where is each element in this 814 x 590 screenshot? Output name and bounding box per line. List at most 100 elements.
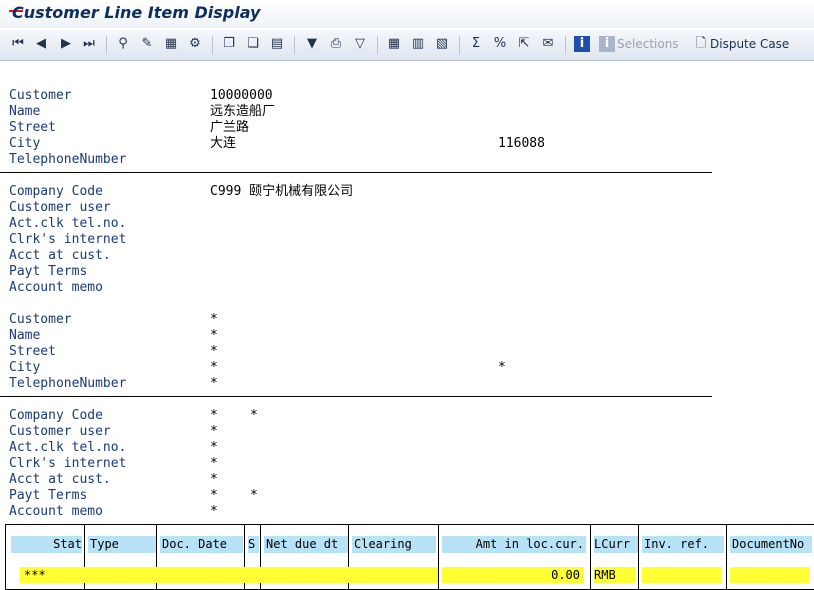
company-code-label: Company Code xyxy=(9,184,103,199)
column-header-local-currency[interactable]: LCurr xyxy=(594,536,638,553)
filter-icon[interactable]: ▼ xyxy=(304,36,320,52)
toolbar-separator xyxy=(565,36,566,54)
save-layout-icon[interactable]: ▧ xyxy=(434,36,450,52)
company-code-value: * xyxy=(210,408,218,423)
document-change-icon[interactable]: ❏ xyxy=(245,36,261,52)
telephone-value: * xyxy=(210,376,218,391)
last-page-icon[interactable]: ⏭ xyxy=(81,36,97,52)
postal-code-value: 116088 xyxy=(498,136,545,151)
customer-label: Customer xyxy=(9,312,72,327)
customer-user-value: * xyxy=(210,424,218,439)
payment-terms-value: * xyxy=(210,488,218,503)
column-header-status[interactable]: S xyxy=(248,536,259,553)
clerk-internet-label: Clrk's internet xyxy=(9,456,127,471)
column-header-amount[interactable]: Amt in loc.cur. xyxy=(442,536,586,553)
clerk-internet-label: Clrk's internet xyxy=(9,232,127,247)
city-label: City xyxy=(9,136,41,151)
street-label: Street xyxy=(9,344,56,359)
customer-user-label: Customer user xyxy=(9,200,111,215)
section-divider xyxy=(0,396,712,397)
postal-code-value: * xyxy=(498,360,506,375)
edit-pencil-icon[interactable]: ✎ xyxy=(139,36,155,52)
telephone-label: TelephoneNumber xyxy=(9,376,127,391)
total-amount-value: 0.00 xyxy=(442,567,584,583)
change-layout-icon[interactable]: ▥ xyxy=(410,36,426,52)
account-memo-label: Account memo xyxy=(9,280,103,295)
customer-value: * xyxy=(210,312,218,327)
selections-button: Selections xyxy=(617,37,679,51)
telephone-label: TelephoneNumber xyxy=(9,152,127,167)
print-preview-icon[interactable]: ▤ xyxy=(269,36,285,52)
company-code-value: C999 颐宁机械有限公司 xyxy=(210,184,354,199)
column-header-type[interactable]: Type xyxy=(88,536,156,553)
customer-label: Customer xyxy=(9,88,72,103)
account-at-customer-value: * xyxy=(210,472,218,487)
city-value: 大连 xyxy=(210,136,237,151)
print-icon[interactable]: ⎙ xyxy=(328,36,344,52)
toolbar-separator xyxy=(294,36,295,54)
name-value: 远东造船厂 xyxy=(210,104,276,119)
set-filter-icon[interactable]: ▽ xyxy=(352,36,368,52)
name-value: * xyxy=(210,328,218,343)
clerk-telephone-label: Act.clk tel.no. xyxy=(9,440,127,455)
name-label: Name xyxy=(9,104,41,119)
total-row-marker: *** xyxy=(20,567,438,583)
company-name-value: * xyxy=(250,408,258,423)
company-code-label: Company Code xyxy=(9,408,103,423)
column-divider xyxy=(590,525,591,589)
export-icon[interactable]: ⇱ xyxy=(516,36,532,52)
window-title: Customer Line Item Display xyxy=(12,3,261,22)
account-memo-value: * xyxy=(210,504,218,519)
account-at-customer-label: Acct at cust. xyxy=(9,472,111,487)
previous-page-icon[interactable]: ◀ xyxy=(33,36,49,52)
street-value: 广兰路 xyxy=(210,120,250,135)
toolbar-separator xyxy=(377,36,378,54)
toolbar-separator xyxy=(212,36,213,54)
column-divider xyxy=(438,525,439,589)
total-currency-value: RMB xyxy=(594,567,636,583)
settings-icon[interactable]: ⚙ xyxy=(187,36,203,52)
selections-icon: i xyxy=(599,36,615,52)
total-document-number-cell xyxy=(730,567,810,583)
clerk-telephone-label: Act.clk tel.no. xyxy=(9,216,127,231)
column-header-stat[interactable]: Stat xyxy=(11,536,82,553)
mass-change-icon[interactable]: ▦ xyxy=(163,36,179,52)
column-header-clearing[interactable]: Clearing xyxy=(352,536,436,553)
total-invoice-reference-cell xyxy=(642,567,722,583)
city-value: * xyxy=(210,360,218,375)
dispute-case-button[interactable]: Dispute Case xyxy=(710,37,789,51)
city-label: City xyxy=(9,360,41,375)
report-output-area xyxy=(0,61,814,589)
account-memo-label: Account memo xyxy=(9,504,103,519)
line-item-grid: Stat Type Doc. Date S Net due dt Clearin… xyxy=(5,524,814,590)
toolbar-separator xyxy=(106,36,107,54)
payment-terms-label: Payt Terms xyxy=(9,488,88,503)
dispute-case-icon[interactable]: 🗋 xyxy=(693,36,709,52)
column-divider xyxy=(638,525,639,589)
toolbar-separator xyxy=(459,36,460,54)
mail-icon[interactable]: ✉ xyxy=(540,36,556,52)
section-divider xyxy=(0,172,712,173)
name-label: Name xyxy=(9,328,41,343)
column-header-document-number[interactable]: DocumentNo xyxy=(730,536,812,553)
subtotal-icon[interactable]: % xyxy=(492,36,508,52)
payment-terms-label: Payt Terms xyxy=(9,264,88,279)
layout-icon[interactable]: ▦ xyxy=(386,36,402,52)
street-label: Street xyxy=(9,120,56,135)
column-header-net-due-date[interactable]: Net due dt xyxy=(264,536,348,553)
info-icon[interactable]: i xyxy=(574,36,590,52)
column-header-invoice-reference[interactable]: Inv. ref. xyxy=(642,536,724,553)
customer-value: 10000000 xyxy=(210,88,273,103)
document-icon[interactable]: ❐ xyxy=(221,36,237,52)
title-bar: Customer Line Item Display xyxy=(0,0,814,28)
clerk-internet-value: * xyxy=(210,456,218,471)
choose-icon[interactable]: ⚲ xyxy=(115,36,131,52)
clerk-telephone-value: * xyxy=(210,440,218,455)
next-page-icon[interactable]: ▶ xyxy=(58,36,74,52)
first-page-icon[interactable]: ⏮ xyxy=(10,36,26,52)
customer-user-label: Customer user xyxy=(9,424,111,439)
column-header-doc-date[interactable]: Doc. Date xyxy=(160,536,243,553)
street-value: * xyxy=(210,344,218,359)
sum-icon[interactable]: Σ xyxy=(468,36,484,52)
column-divider xyxy=(726,525,727,589)
